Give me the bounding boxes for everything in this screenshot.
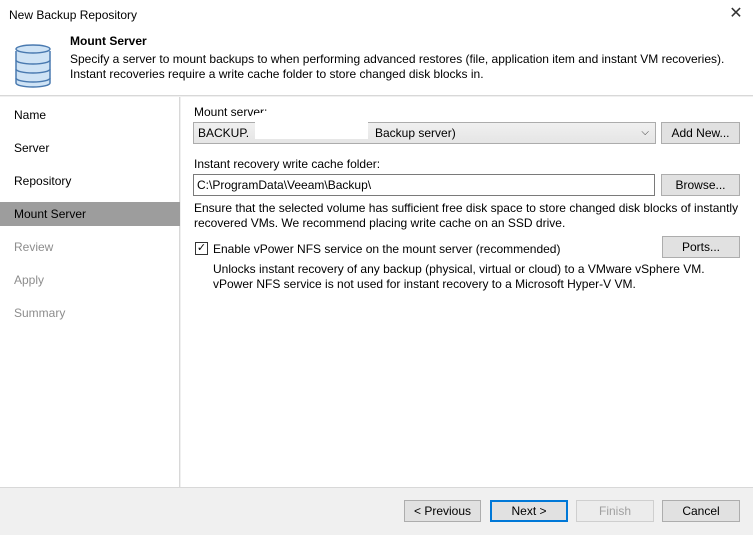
nfs-label[interactable]: Enable vPower NFS service on the mount s… bbox=[213, 242, 560, 256]
step-server[interactable]: Server bbox=[0, 136, 180, 160]
chevron-down-icon: ⌵ bbox=[641, 127, 649, 138]
redaction-box bbox=[255, 113, 368, 139]
cache-folder-note: Ensure that the selected volume has suff… bbox=[194, 201, 739, 230]
previous-button[interactable]: < Previous bbox=[404, 500, 481, 522]
browse-button[interactable]: Browse... bbox=[661, 174, 740, 196]
footer-divider bbox=[0, 487, 753, 488]
wizard-header: Mount Server Specify a server to mount b… bbox=[0, 30, 753, 96]
title-bar: New Backup Repository ✕ bbox=[0, 0, 753, 30]
cache-folder-label: Instant recovery write cache folder: bbox=[194, 157, 381, 171]
step-name[interactable]: Name bbox=[0, 103, 180, 127]
window-title: New Backup Repository bbox=[9, 8, 138, 22]
database-icon bbox=[15, 44, 51, 88]
step-summary: Summary bbox=[14, 306, 66, 320]
cancel-button[interactable]: Cancel bbox=[662, 500, 740, 522]
step-apply: Apply bbox=[14, 273, 45, 287]
finish-button: Finish bbox=[576, 500, 654, 522]
step-mount-server[interactable]: Mount Server bbox=[0, 202, 180, 226]
next-button[interactable]: Next > bbox=[490, 500, 568, 522]
wizard-steps: Name Server Repository Mount Server Revi… bbox=[0, 97, 180, 487]
step-repository[interactable]: Repository bbox=[0, 169, 180, 193]
nfs-description: Unlocks instant recovery of any backup (… bbox=[213, 262, 705, 291]
add-new-button[interactable]: Add New... bbox=[661, 122, 740, 144]
cache-folder-input[interactable]: C:\ProgramData\Veeam\Backup\ bbox=[193, 174, 655, 196]
mount-server-value-prefix: BACKUP. bbox=[198, 126, 250, 140]
ports-button[interactable]: Ports... bbox=[662, 236, 740, 258]
page-description: Specify a server to mount backups to whe… bbox=[70, 52, 725, 81]
mount-server-value-suffix: Backup server) bbox=[375, 126, 456, 140]
mount-server-panel: Mount server: BACKUP. Backup server) ⌵ A… bbox=[181, 97, 753, 487]
step-review: Review bbox=[14, 240, 54, 254]
page-title: Mount Server bbox=[70, 34, 147, 48]
close-icon[interactable]: ✕ bbox=[725, 3, 747, 25]
nfs-checkbox[interactable]: ✓ bbox=[195, 242, 208, 255]
